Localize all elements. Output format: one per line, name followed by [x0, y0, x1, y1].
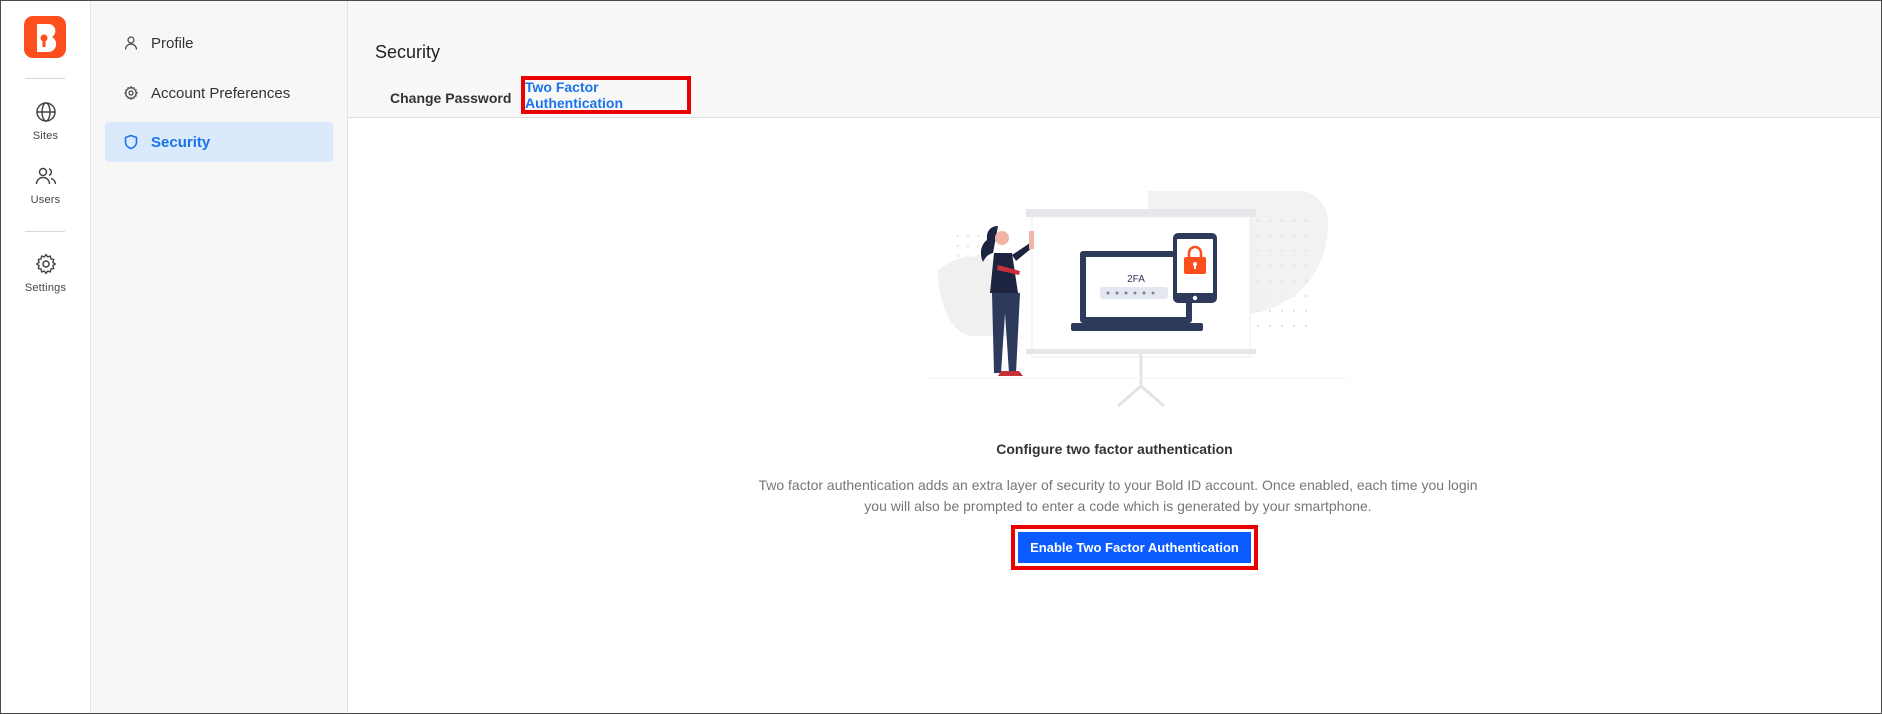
section-description: Two factor authentication adds an extra … [758, 477, 1478, 514]
gear-icon [124, 86, 138, 100]
screen-label: 2FA [1127, 274, 1145, 285]
enable-two-factor-button[interactable]: Enable Two Factor Authentication [1018, 532, 1251, 563]
users-icon [35, 167, 56, 185]
settings-sidebar: Profile Account Preferences Security [91, 1, 348, 713]
page-title: Security [375, 42, 441, 62]
rail-item-label: Settings [24, 282, 67, 294]
tab-two-factor-authentication[interactable]: Two Factor Authentication [521, 76, 691, 114]
rail-divider [25, 231, 65, 232]
rail-item-users[interactable]: Users [1, 164, 90, 206]
enable-button-highlight: Enable Two Factor Authentication [1011, 525, 1258, 570]
sidebar-item-label: Account Preferences [151, 84, 291, 102]
sidebar-item-security[interactable]: Security [105, 122, 333, 162]
person-icon [124, 36, 138, 50]
globe-icon [35, 102, 56, 122]
main-content: Security Change Password Two Factor Auth… [348, 1, 1881, 713]
two-factor-illustration: 2FA [928, 191, 1348, 408]
app-rail: Sites Users Settings [1, 1, 91, 713]
app-window: Sites Users Settings Profile Account Pre… [0, 0, 1882, 714]
tab-change-password[interactable]: Change Password [390, 90, 511, 106]
sidebar-item-profile[interactable]: Profile [105, 23, 333, 63]
gear-icon [35, 253, 56, 275]
shield-icon [124, 134, 138, 150]
rail-divider [25, 78, 65, 79]
section-heading: Configure two factor authentication [996, 441, 1233, 457]
page-header: Security Change Password Two Factor Auth… [348, 1, 1881, 118]
logo-mark-icon [37, 24, 57, 52]
rail-item-settings[interactable]: Settings [1, 252, 90, 294]
sidebar-item-account-preferences[interactable]: Account Preferences [105, 73, 333, 113]
sidebar-item-label: Profile [151, 34, 194, 52]
rail-item-label: Users [30, 194, 61, 206]
rail-item-label: Sites [32, 130, 59, 142]
bold-logo[interactable] [24, 16, 66, 58]
sidebar-item-label: Security [151, 133, 211, 151]
rail-item-sites[interactable]: Sites [1, 100, 90, 142]
